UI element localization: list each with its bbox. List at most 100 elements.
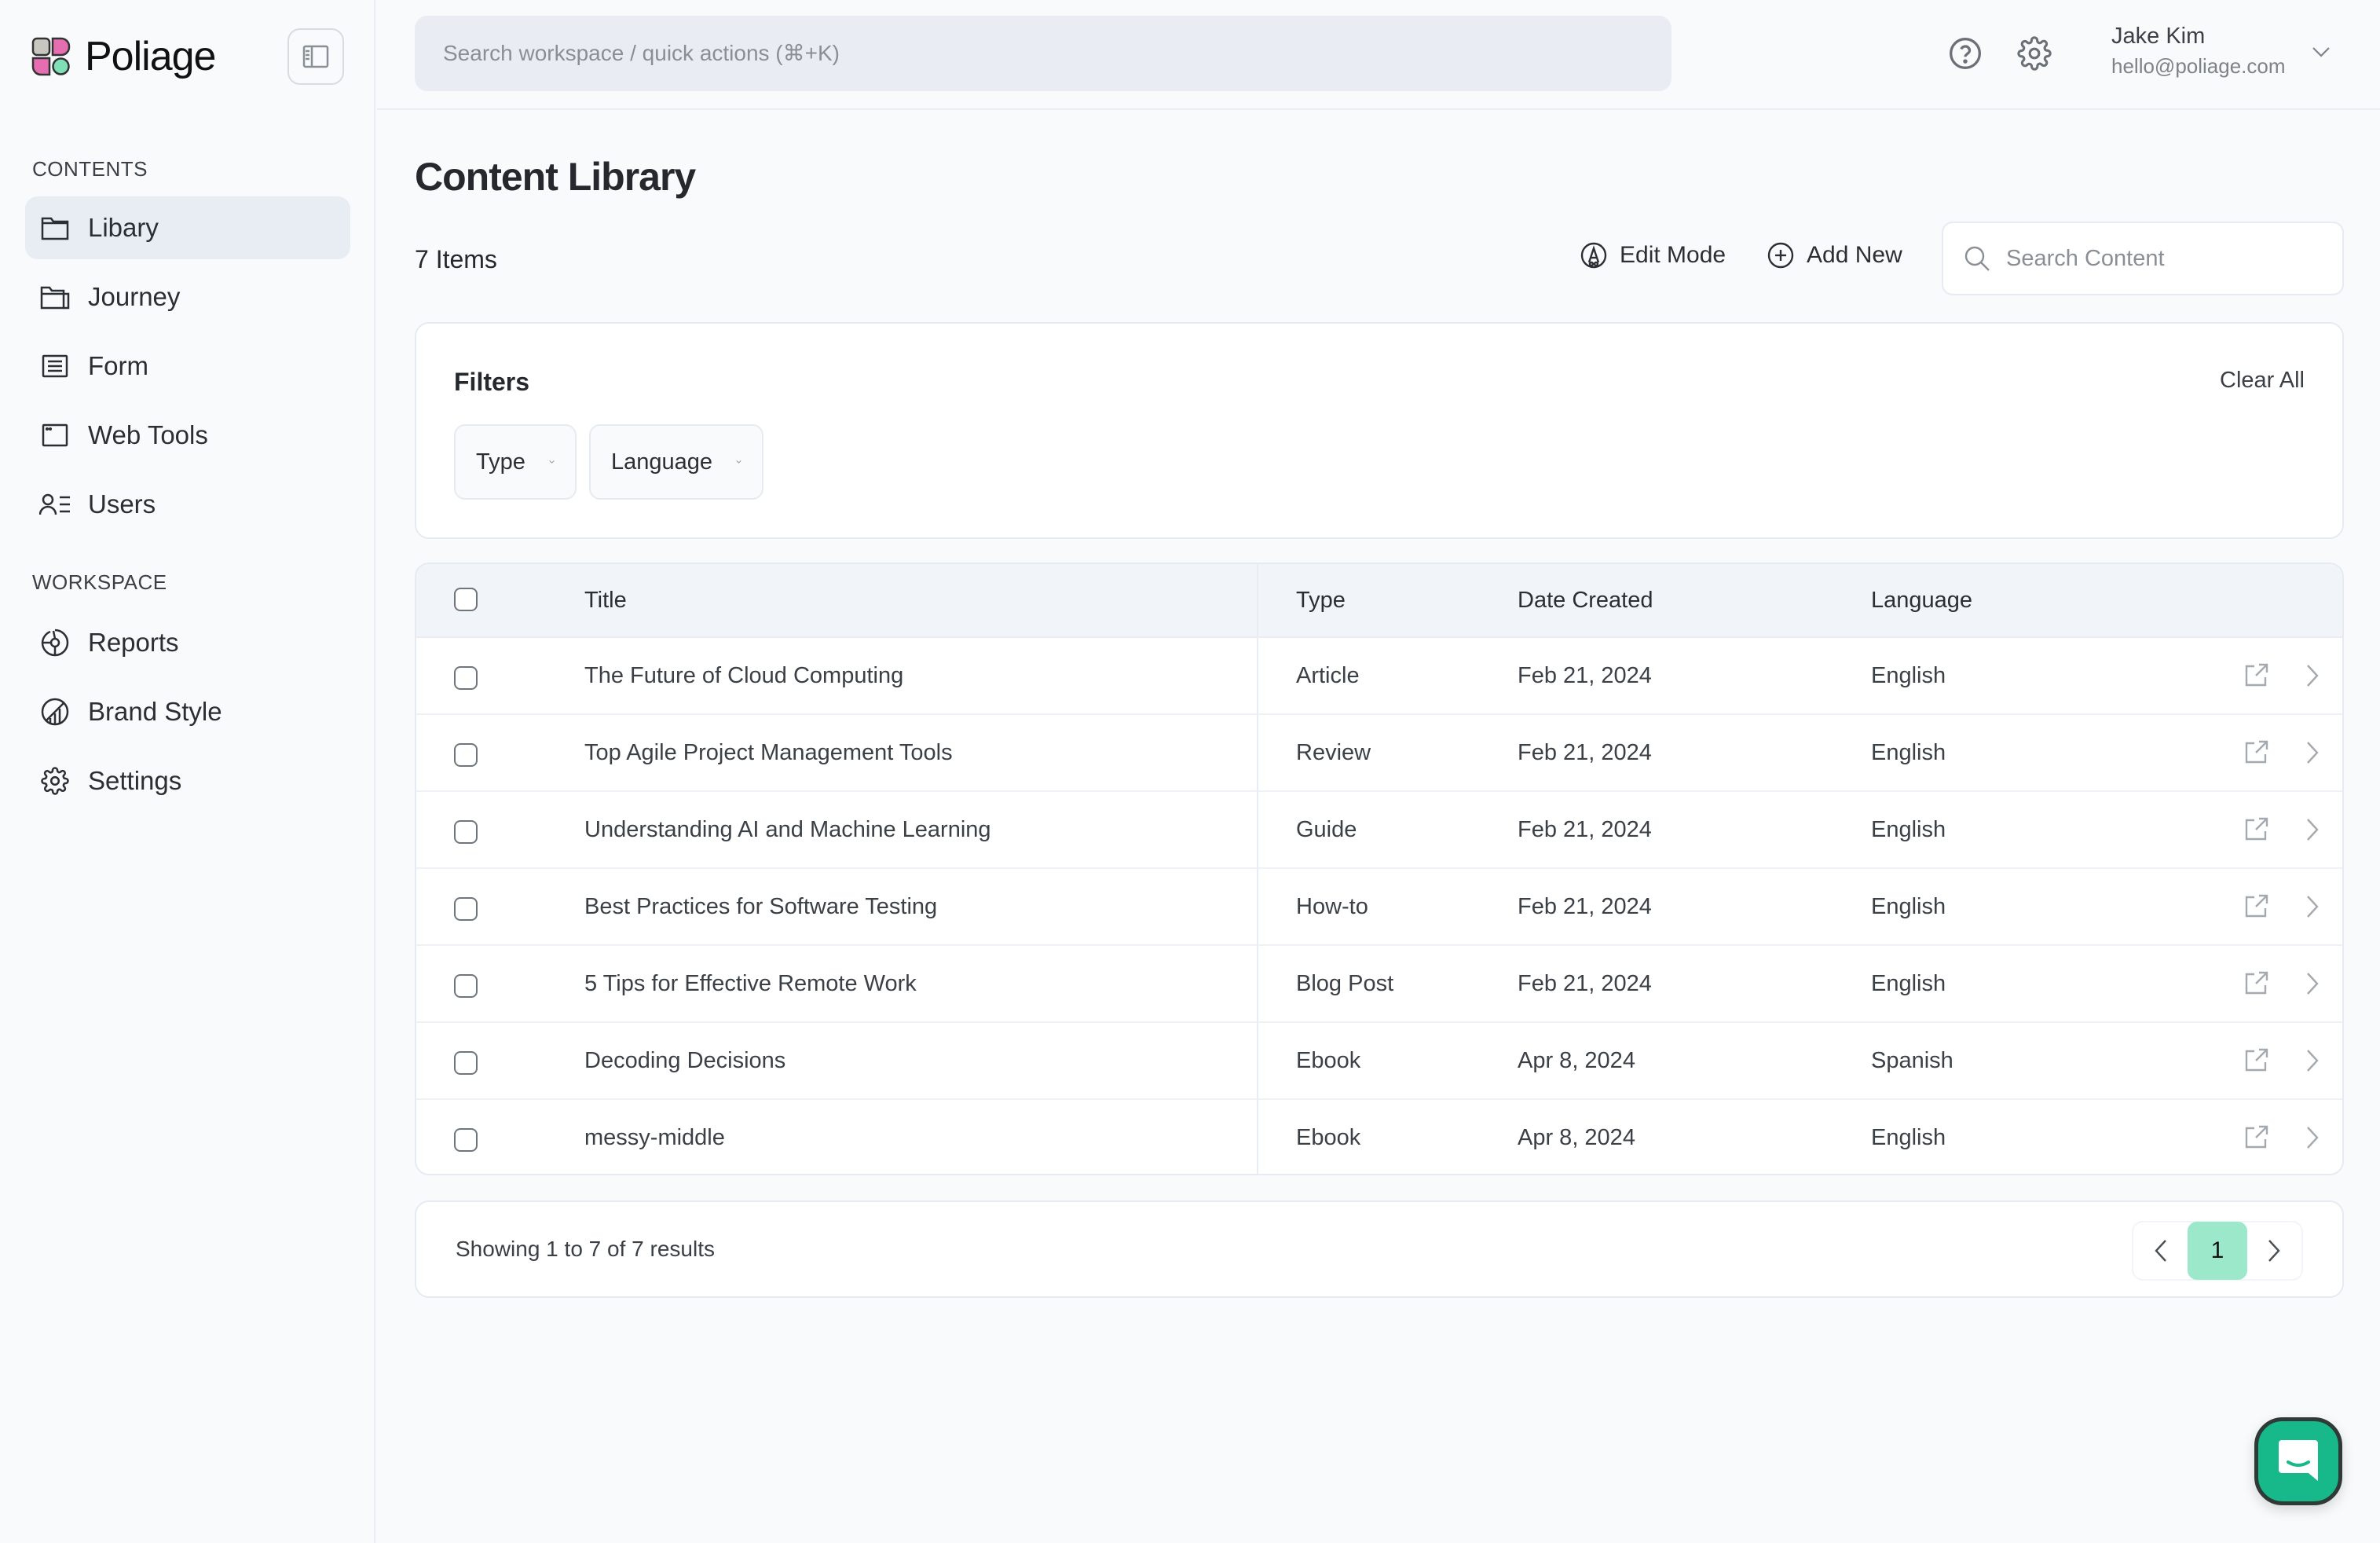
folders-icon: [39, 281, 71, 313]
row-checkbox[interactable]: [454, 666, 478, 690]
row-checkbox[interactable]: [454, 1128, 478, 1152]
add-new-button[interactable]: Add New: [1767, 242, 1902, 269]
brand-name: Poliage: [85, 34, 216, 79]
table-row[interactable]: The Future of Cloud Computing Article Feb …: [416, 638, 2342, 715]
brand[interactable]: Poliage: [31, 33, 216, 80]
sidebar-item-journey[interactable]: Journey: [25, 266, 350, 328]
page-title: Content Library: [415, 155, 696, 199]
chevron-right-icon[interactable]: [2305, 1048, 2331, 1075]
type-filter-select[interactable]: Type: [454, 424, 577, 500]
external-link-icon[interactable]: [2243, 892, 2270, 919]
sidebar-item-label: Libary: [88, 213, 159, 242]
row-checkbox[interactable]: [454, 743, 478, 767]
table-row[interactable]: Decoding Decisions Ebook Apr 8, 2024 Spanis…: [416, 1023, 2342, 1100]
sidebar-item-form[interactable]: Form: [25, 335, 350, 398]
sidebar-item-users[interactable]: Users: [25, 473, 350, 536]
cell-title[interactable]: Top Agile Project Management Tools: [584, 715, 953, 790]
cell-language: English: [1871, 816, 1946, 842]
chevron-right-icon[interactable]: [2305, 740, 2331, 767]
chevron-down-icon[interactable]: [2311, 44, 2331, 60]
language-filter-select[interactable]: Language: [589, 424, 763, 500]
row-checkbox[interactable]: [454, 1051, 478, 1075]
edit-mode-label: Edit Mode: [1620, 242, 1726, 268]
row-checkbox[interactable]: [454, 974, 478, 998]
table-row[interactable]: Top Agile Project Management Tools Review…: [416, 715, 2342, 792]
chevron-right-icon[interactable]: [2305, 971, 2331, 998]
user-menu[interactable]: Jake Kim hello@poliage.com: [2111, 24, 2286, 79]
cell-language: English: [1871, 662, 1946, 688]
external-link-icon[interactable]: [2243, 1123, 2270, 1150]
chevron-right-icon[interactable]: [2305, 663, 2331, 690]
cell-type: Guide: [1296, 816, 1357, 842]
page-button-current[interactable]: 1: [2188, 1222, 2247, 1280]
cell-type: Review: [1296, 739, 1371, 765]
sidebar: Poliage CONTENTS Libary Journey Form Web…: [0, 0, 375, 1543]
chat-support-button[interactable]: [2254, 1417, 2342, 1505]
table-row[interactable]: 5 Tips for Effective Remote Work Blog Pos…: [416, 946, 2342, 1023]
user-list-icon: [39, 489, 71, 520]
table-row[interactable]: messy-middle Ebook Apr 8, 2024 English: [416, 1100, 2342, 1174]
results-summary: Showing 1 to 7 of 7 results: [456, 1237, 715, 1261]
chevron-left-icon: [2155, 1240, 2166, 1262]
cell-date-created: Apr 8, 2024: [1518, 1047, 1635, 1073]
table-row[interactable]: Understanding AI and Machine Learning Gui…: [416, 792, 2342, 869]
section-label-workspace: WORKSPACE: [32, 570, 167, 594]
sidebar-item-library[interactable]: Libary: [25, 196, 350, 259]
cell-title[interactable]: 5 Tips for Effective Remote Work: [584, 946, 917, 1021]
chevron-right-icon[interactable]: [2305, 894, 2331, 921]
table-row[interactable]: Best Practices for Software Testing How-t…: [416, 869, 2342, 946]
external-link-icon[interactable]: [2243, 739, 2270, 765]
column-header-type[interactable]: Type: [1296, 564, 1346, 636]
sidebar-item-web-tools[interactable]: Web Tools: [25, 404, 350, 467]
cell-title[interactable]: messy-middle: [584, 1100, 725, 1174]
sidebar-item-reports[interactable]: Reports: [25, 611, 350, 674]
previous-page-button[interactable]: [2133, 1222, 2188, 1279]
select-all-checkbox[interactable]: [454, 588, 478, 611]
pagination-controls: 1: [2132, 1221, 2303, 1281]
row-checkbox[interactable]: [454, 897, 478, 921]
column-divider: [1257, 564, 1258, 1174]
sidebar-item-label: Brand Style: [88, 697, 222, 726]
sidebar-toggle-button[interactable]: [287, 28, 344, 85]
content-search-input[interactable]: [2006, 245, 2320, 272]
content-table: Title Type Date Created Language The Fut…: [415, 563, 2344, 1175]
cell-date-created: Apr 8, 2024: [1518, 1124, 1635, 1150]
global-search-input[interactable]: [415, 16, 1671, 91]
cell-title[interactable]: Understanding AI and Machine Learning: [584, 792, 991, 867]
chat-bubble-icon: [2279, 1440, 2318, 1481]
clear-all-button[interactable]: Clear All: [2220, 368, 2305, 394]
plus-circle-icon: [1767, 242, 1794, 269]
chevron-right-icon[interactable]: [2305, 817, 2331, 844]
column-header-language[interactable]: Language: [1871, 564, 1972, 636]
column-header-title[interactable]: Title: [584, 564, 627, 636]
cell-language: English: [1871, 739, 1946, 765]
add-new-label: Add New: [1807, 242, 1902, 268]
poliage-logo-icon: [31, 37, 71, 76]
external-link-icon[interactable]: [2243, 815, 2270, 842]
sidebar-item-label: Users: [88, 489, 156, 519]
cell-title[interactable]: Decoding Decisions: [584, 1023, 785, 1098]
content-search[interactable]: [1942, 222, 2344, 295]
next-page-button[interactable]: [2247, 1222, 2301, 1279]
cell-title[interactable]: The Future of Cloud Computing: [584, 638, 903, 713]
sidebar-item-label: Form: [88, 351, 148, 380]
cell-type: Ebook: [1296, 1124, 1361, 1150]
edit-mode-button[interactable]: Edit Mode: [1580, 242, 1726, 269]
filters-title: Filters: [454, 368, 530, 396]
external-link-icon[interactable]: [2243, 1046, 2270, 1073]
cell-language: Spanish: [1871, 1047, 1953, 1073]
cell-title[interactable]: Best Practices for Software Testing: [584, 869, 937, 944]
help-icon[interactable]: [1948, 36, 1983, 71]
chevron-right-icon[interactable]: [2305, 1125, 2331, 1152]
external-link-icon[interactable]: [2243, 969, 2270, 996]
brand-chart-icon: [39, 696, 71, 728]
sidebar-item-brand-style[interactable]: Brand Style: [25, 680, 350, 743]
row-checkbox[interactable]: [454, 820, 478, 844]
column-header-date-created[interactable]: Date Created: [1518, 564, 1653, 636]
form-icon: [39, 350, 71, 382]
sidebar-item-settings[interactable]: Settings: [25, 750, 350, 812]
cell-language: English: [1871, 893, 1946, 919]
external-link-icon[interactable]: [2243, 662, 2270, 688]
user-email: hello@poliage.com: [2111, 54, 2286, 78]
gear-icon[interactable]: [2017, 36, 2052, 71]
